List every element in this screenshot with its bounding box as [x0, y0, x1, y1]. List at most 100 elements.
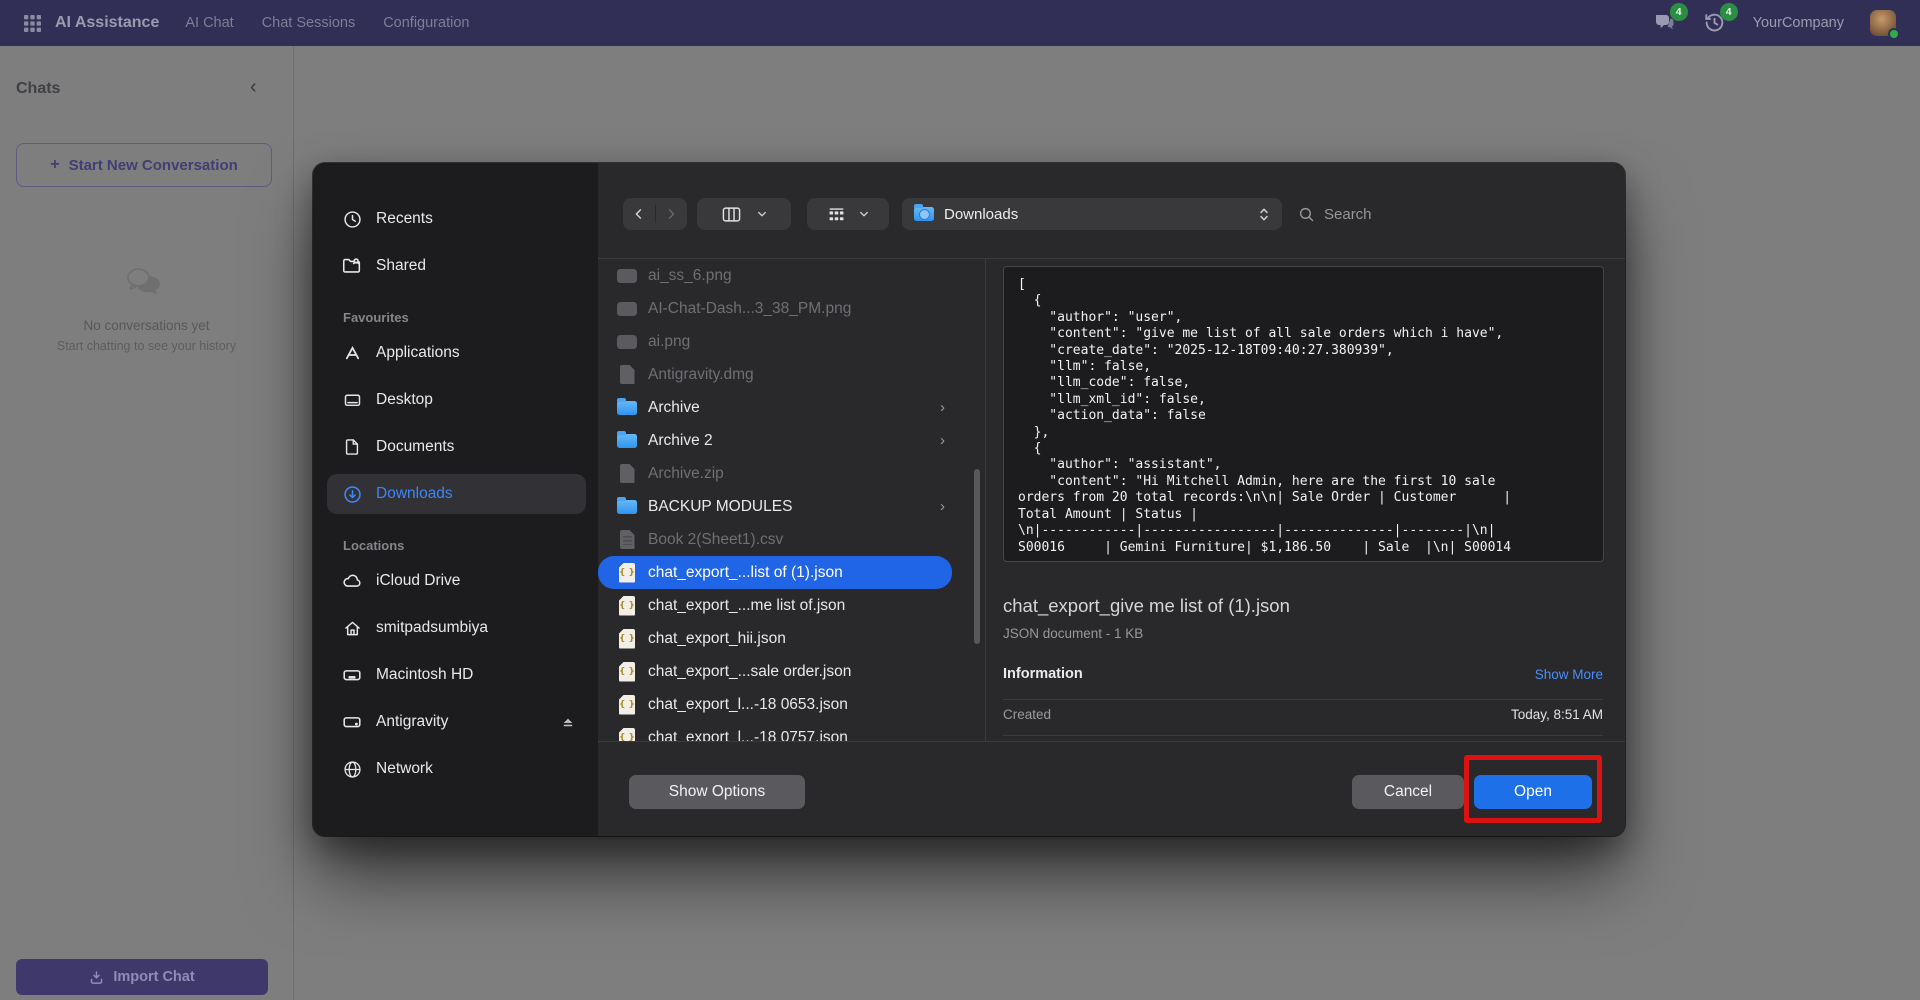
view-mode-button[interactable] [697, 198, 791, 230]
sidebar-item-label: Antigravity [376, 713, 448, 731]
company-name[interactable]: YourCompany [1753, 15, 1844, 31]
nav-menu: AI Chat Chat Sessions Configuration [185, 15, 469, 31]
sidebar-item-macintosh-hd[interactable]: Macintosh HD [327, 655, 586, 695]
start-new-conversation-label: Start New Conversation [69, 157, 238, 174]
sidebar-item-desktop[interactable]: Desktop [327, 380, 586, 420]
nav-item-configuration[interactable]: Configuration [383, 15, 469, 31]
empty-state-subtitle: Start chatting to see your history [0, 339, 293, 353]
group-by-button[interactable] [807, 198, 889, 230]
sidebar-item-label: Applications [376, 344, 460, 362]
file-row[interactable]: { }chat_export_l...-18 0757.json [598, 721, 985, 741]
folder-row[interactable]: Archive› [598, 391, 985, 424]
file-row[interactable]: ai_ss_6.png [598, 259, 985, 292]
messages-icon[interactable]: 4 [1653, 11, 1677, 35]
chevron-right-icon: › [940, 432, 945, 449]
file-row[interactable]: AI-Chat-Dash...3_38_PM.png [598, 292, 985, 325]
sidebar-item-icloud-drive[interactable]: iCloud Drive [327, 561, 586, 601]
file-row[interactable]: Archive.zip [598, 457, 985, 490]
history-icon[interactable]: 4 [1703, 11, 1727, 35]
sidebar-item-label: Desktop [376, 391, 433, 409]
scrollbar-thumb[interactable] [974, 469, 980, 644]
sidebar-item-recents[interactable]: Recents [327, 199, 586, 239]
json-file-icon: { } [616, 728, 638, 742]
show-options-button[interactable]: Show Options [629, 775, 805, 809]
json-file-icon: { } [616, 662, 638, 682]
empty-chat-bubbles-icon [124, 266, 166, 298]
folder-icon [616, 500, 638, 514]
app-title: AI Assistance [55, 14, 159, 32]
sidebar-item-label: Documents [376, 438, 454, 456]
app-grid-icon[interactable] [24, 15, 41, 32]
sidebar-item-antigravity[interactable]: Antigravity [327, 702, 586, 742]
sidebar-item-label: iCloud Drive [376, 572, 460, 590]
file-row[interactable]: Book 2(Sheet1).csv [598, 523, 985, 556]
sidebar-divider [293, 46, 294, 1000]
sidebar-item-downloads[interactable]: Downloads [327, 474, 586, 514]
location-popup[interactable]: Downloads [902, 198, 1282, 230]
sidebar-item-documents[interactable]: Documents [327, 427, 586, 467]
doc-file-icon [616, 365, 638, 384]
folder-row[interactable]: Archive 2› [598, 424, 985, 457]
cloud-icon [341, 570, 363, 592]
clock-icon [341, 208, 363, 230]
forward-button[interactable] [656, 207, 687, 221]
open-button[interactable]: Open [1474, 775, 1592, 809]
doc-file-icon [616, 464, 638, 483]
chats-panel-title: Chats [16, 80, 60, 98]
location-popup-label: Downloads [944, 206, 1018, 223]
folder-row[interactable]: BACKUP MODULES› [598, 490, 985, 523]
brand: AI Assistance [24, 14, 159, 32]
collapse-panel-icon[interactable]: ‹ [250, 77, 257, 97]
file-open-dialog: Recents Shared Favourites Applications [313, 163, 1625, 836]
info-divider [1003, 699, 1603, 700]
desktop-icon [341, 389, 363, 411]
sidebar-item-shared[interactable]: Shared [327, 246, 586, 286]
folder-icon [616, 434, 638, 448]
nav-buttons [623, 198, 687, 230]
sidebar-item-home[interactable]: smitpadsumbiya [327, 608, 586, 648]
eject-icon[interactable] [560, 714, 576, 730]
messages-badge: 4 [1670, 3, 1688, 21]
start-new-conversation-button[interactable]: + Start New Conversation [16, 143, 272, 187]
avatar[interactable] [1870, 10, 1896, 36]
chevron-down-icon [858, 208, 870, 220]
show-more-link[interactable]: Show More [1535, 667, 1603, 682]
csv-file-icon [616, 530, 638, 549]
file-row[interactable]: Antigravity.dmg [598, 358, 985, 391]
information-row: Information Show More [1003, 666, 1603, 682]
document-icon [341, 436, 363, 458]
sidebar-item-label: Network [376, 760, 433, 778]
import-chat-button[interactable]: Import Chat [16, 959, 268, 995]
file-row[interactable]: { }chat_export_hii.json [598, 622, 985, 655]
list-preview-divider [985, 259, 986, 741]
file-list: ai_ss_6.png AI-Chat-Dash...3_38_PM.png a… [598, 259, 985, 741]
history-badge: 4 [1720, 3, 1738, 21]
created-divider [1003, 735, 1603, 736]
file-row[interactable]: { }chat_export_...me list of.json [598, 589, 985, 622]
json-file-icon: { } [616, 596, 638, 616]
screen: AI Assistance AI Chat Chat Sessions Conf… [0, 0, 1920, 1000]
shared-folder-icon [341, 255, 363, 277]
sidebar-item-label: Macintosh HD [376, 666, 473, 684]
file-row[interactable]: ai.png [598, 325, 985, 358]
plus-icon: + [50, 156, 59, 174]
image-file-icon [616, 269, 638, 283]
chevron-right-icon: › [940, 399, 945, 416]
information-label: Information [1003, 666, 1083, 682]
dialog-sidebar: Recents Shared Favourites Applications [313, 163, 598, 836]
file-row-selected[interactable]: { }chat_export_...list of (1).json [598, 556, 952, 589]
sidebar-item-applications[interactable]: Applications [327, 333, 586, 373]
search-field[interactable]: Search [1298, 198, 1372, 230]
file-row[interactable]: { }chat_export_l...-18 0653.json [598, 688, 985, 721]
back-button[interactable] [624, 207, 655, 221]
globe-icon [341, 758, 363, 780]
sidebar-item-network[interactable]: Network [327, 749, 586, 789]
nav-item-ai-chat[interactable]: AI Chat [185, 15, 233, 31]
hard-drive-icon [341, 664, 363, 686]
file-row[interactable]: { }chat_export_...sale order.json [598, 655, 985, 688]
json-file-icon: { } [616, 695, 638, 715]
cancel-button[interactable]: Cancel [1352, 775, 1464, 809]
nav-item-chat-sessions[interactable]: Chat Sessions [262, 15, 356, 31]
json-preview-code: [ { "author": "user", "content": "give m… [1018, 277, 1589, 556]
online-status-dot [1888, 28, 1900, 40]
